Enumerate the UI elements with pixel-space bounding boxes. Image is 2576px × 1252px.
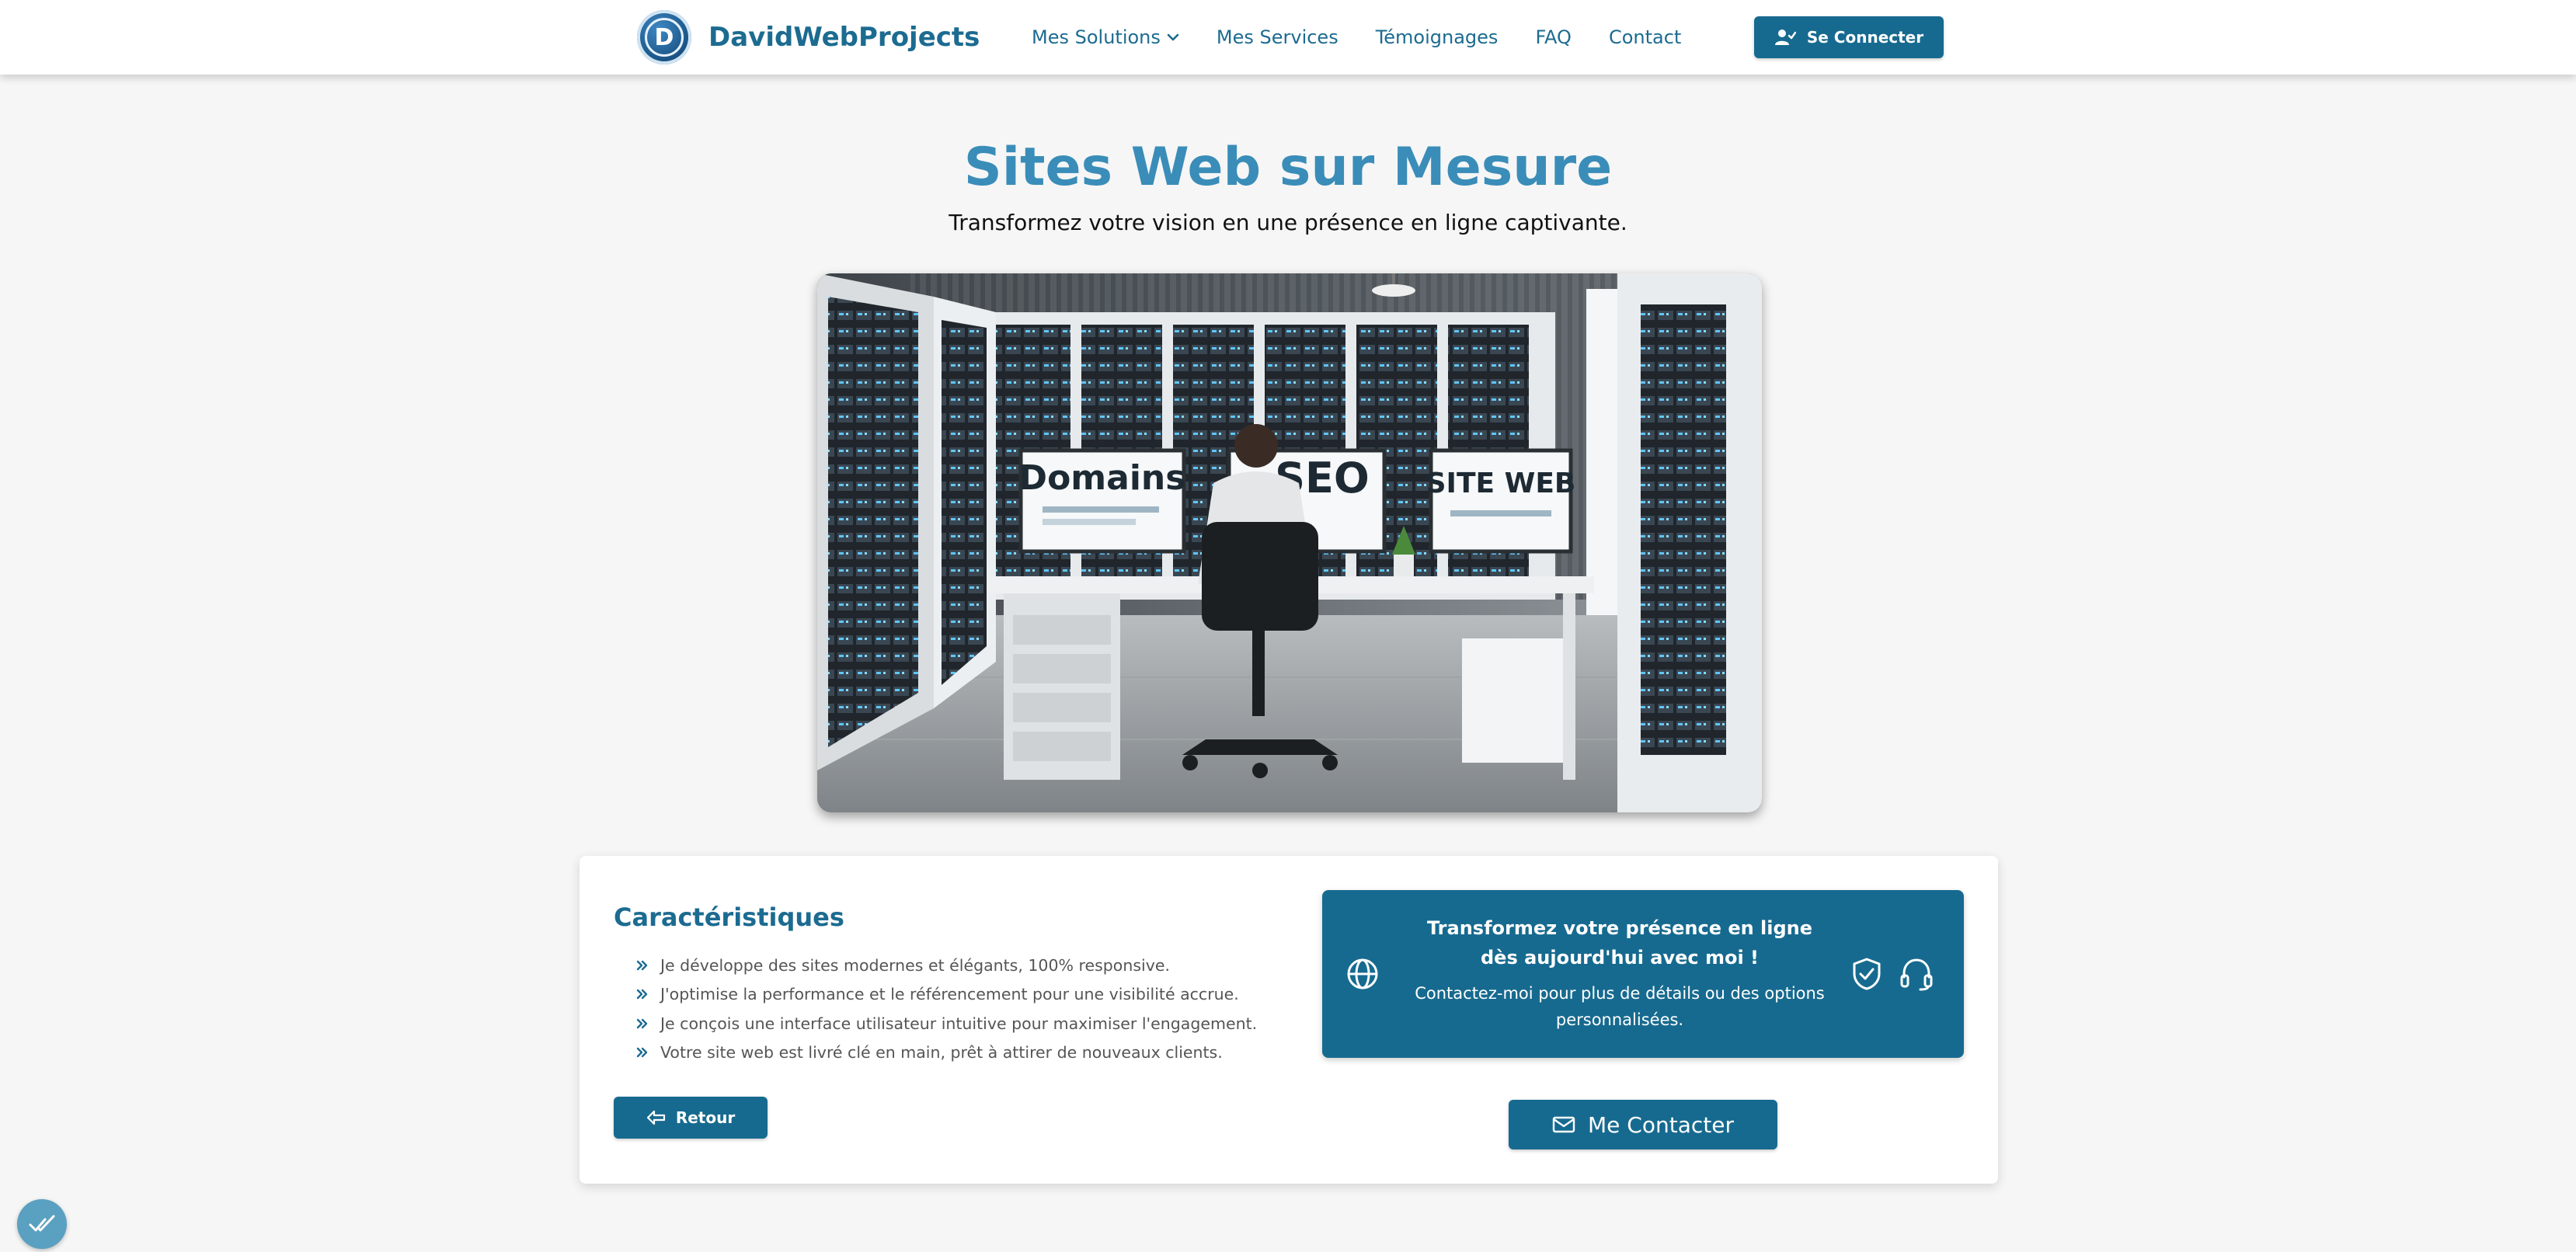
back-label: Retour (675, 1108, 736, 1127)
nav-link-temoignages[interactable]: Témoignages (1376, 26, 1499, 48)
top-navbar: D DavidWebProjects Mes Solutions Mes Ser… (0, 0, 2576, 75)
features-card: Caractéristiques Je développe des sites … (580, 856, 1998, 1184)
feature-text: J'optimise la performance et le référenc… (660, 985, 1239, 1004)
arrow-left-icon (646, 1110, 665, 1125)
cta-box: Transformez votre présence en ligne dès … (1322, 890, 1964, 1058)
double-chevron-right-icon (636, 1018, 648, 1028)
screen-label-site-web: SITE WEB (1426, 468, 1576, 499)
double-chevron-right-icon (636, 960, 648, 970)
list-item: Votre site web est livré clé en main, pr… (635, 1038, 1257, 1068)
double-chevron-right-icon (636, 1048, 648, 1058)
nav-link-mes-solutions[interactable]: Mes Solutions (1032, 26, 1179, 48)
nav-link-faq[interactable]: FAQ (1535, 26, 1572, 48)
main-nav: Mes Solutions Mes Services Témoignages F… (1032, 0, 1718, 75)
hero-illustration: Domains SEO SITE WEB (817, 273, 1762, 812)
double-chevron-right-icon (636, 989, 648, 1000)
hero-image: Domains SEO SITE WEB (817, 273, 1762, 812)
shield-check-icon (1853, 958, 1881, 990)
page-title: Sites Web sur Mesure (963, 137, 1613, 198)
globe-icon (1347, 958, 1378, 989)
contact-label: Me Contacter (1588, 1111, 1734, 1138)
logo-icon: D (637, 10, 691, 64)
feature-text: Je développe des sites modernes et éléga… (660, 955, 1170, 975)
headset-icon (1900, 958, 1933, 991)
chevron-down-icon (1167, 33, 1179, 41)
floating-action-button[interactable] (17, 1199, 67, 1249)
screen-label-domains: Domains (1019, 458, 1186, 498)
brand-name: DavidWebProjects (708, 22, 980, 53)
features-title: Caractéristiques (614, 902, 844, 932)
feature-text: Je conçois une interface utilisateur int… (660, 1014, 1258, 1033)
feature-text: Votre site web est livré clé en main, pr… (660, 1043, 1223, 1062)
mail-icon (1552, 1116, 1575, 1133)
nav-link-label: Mes Solutions (1032, 26, 1161, 48)
contact-button[interactable]: Me Contacter (1509, 1100, 1777, 1149)
logo-letter: D (645, 18, 684, 57)
check-double-icon (29, 1215, 55, 1232)
nav-link-mes-services[interactable]: Mes Services (1217, 26, 1338, 48)
list-item: Je conçois une interface utilisateur int… (635, 1009, 1257, 1038)
back-button[interactable]: Retour (614, 1097, 768, 1139)
cta-text: Contactez-moi pour plus de détails ou de… (1415, 984, 1825, 1029)
user-check-icon (1774, 30, 1796, 45)
login-button[interactable]: Se Connecter (1754, 16, 1944, 58)
list-item: Je développe des sites modernes et éléga… (635, 951, 1257, 980)
brand[interactable]: D DavidWebProjects (637, 9, 980, 65)
list-item: J'optimise la performance et le référenc… (635, 980, 1257, 1010)
nav-link-contact[interactable]: Contact (1609, 26, 1681, 48)
login-label: Se Connecter (1806, 28, 1924, 47)
cta-heading: Transformez votre présence en ligne dès … (1426, 917, 1813, 969)
features-list: Je développe des sites modernes et éléga… (635, 951, 1257, 1067)
page-subtitle: Transformez votre vision en une présence… (949, 210, 1627, 235)
